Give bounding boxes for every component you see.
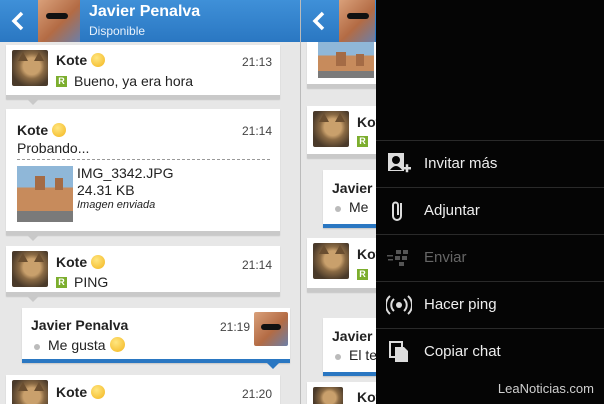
- chat-header: Javier Penalva Disponible: [0, 0, 300, 42]
- read-receipt-icon: R: [357, 269, 368, 280]
- delivery-status-icon: [34, 344, 40, 350]
- sender-avatar: [254, 312, 288, 346]
- attachment-status: Imagen enviada: [77, 199, 156, 211]
- sender-avatar: [12, 380, 48, 404]
- sender-name: Javier: [332, 328, 373, 344]
- chat-action-menu: Invitar más Adjuntar Enviar Hacer ping C…: [376, 0, 604, 404]
- message-bubble[interactable]: Kote 21:20: [6, 375, 280, 404]
- invite-contact-icon: [386, 151, 412, 177]
- copy-chat-icon: [386, 339, 412, 365]
- menu-item-ping[interactable]: Hacer ping: [376, 281, 604, 328]
- menu-item-label: Hacer ping: [424, 296, 497, 313]
- back-button[interactable]: [0, 0, 36, 42]
- emoticon-icon: [91, 255, 106, 269]
- delivery-status-icon: [335, 354, 341, 360]
- message-time: 21:13: [241, 55, 272, 69]
- attachment-filename: IMG_3342.JPG: [77, 165, 174, 181]
- image-attachment-thumbnail[interactable]: [17, 166, 73, 222]
- watermark: LeaNoticias.com: [497, 381, 594, 396]
- message-time: 21:19: [220, 320, 251, 334]
- message-bubble[interactable]: Kote 21:14 R PING: [6, 246, 280, 302]
- menu-item-label: Copiar chat: [424, 343, 501, 360]
- sender-avatar: [12, 251, 48, 287]
- screenshot-frame: Javier Penalva Disponible Kote 21:13 R B…: [0, 0, 604, 404]
- message-text: Me: [349, 199, 369, 215]
- back-button[interactable]: [301, 0, 337, 42]
- chevron-left-icon: [312, 11, 325, 31]
- read-receipt-icon: R: [56, 76, 67, 87]
- sender-name: Kote: [56, 384, 106, 400]
- emoticon-icon: [52, 123, 67, 137]
- message-time: 21:14: [241, 124, 272, 138]
- message-text: El te: [349, 347, 378, 363]
- menu-item-label: Adjuntar: [424, 202, 480, 219]
- message-time: 21:14: [241, 258, 272, 272]
- contact-status: Disponible: [89, 24, 146, 38]
- menu-item-label: Invitar más: [424, 155, 498, 172]
- sender-avatar: [313, 243, 349, 279]
- emoticon-icon: [91, 53, 106, 67]
- smiley-icon: [109, 337, 125, 352]
- image-attachment-thumbnail[interactable]: [318, 42, 374, 78]
- message-text: Me gusta: [48, 337, 125, 353]
- sender-name: Kote: [56, 52, 106, 68]
- emoticon-icon: [91, 385, 106, 399]
- sender-name: Kote: [56, 254, 106, 270]
- message-bubble[interactable]: Kote 21:14 Probando... IMG_3342.JPG 24.3…: [6, 109, 280, 241]
- chevron-left-icon: [11, 11, 24, 31]
- paperclip-icon: [386, 198, 412, 224]
- attachment-size: 24.31 KB: [77, 182, 135, 198]
- message-text: Probando...: [17, 140, 90, 156]
- sender-name: Javier Penalva: [31, 317, 129, 333]
- menu-item-attach[interactable]: Adjuntar: [376, 187, 604, 234]
- ping-icon: [386, 292, 412, 318]
- delivery-status-icon: [335, 206, 341, 212]
- menu-item-invite[interactable]: Invitar más: [376, 140, 604, 187]
- sender-avatar: [313, 387, 343, 404]
- sender-avatar: [12, 50, 48, 86]
- read-receipt-icon: R: [357, 136, 368, 147]
- sender-name: Kote: [17, 122, 67, 138]
- contact-avatar[interactable]: [38, 0, 80, 42]
- chat-panel-left: Javier Penalva Disponible Kote 21:13 R B…: [0, 0, 300, 404]
- menu-item-label: Enviar: [424, 249, 467, 266]
- send-bbm-icon: [386, 245, 412, 271]
- sender-avatar: [313, 111, 349, 147]
- message-bubble[interactable]: Kote 21:13 R Bueno, ya era hora: [6, 45, 280, 105]
- message-bubble-outgoing[interactable]: Javier Penalva 21:19 Me gusta: [22, 308, 290, 369]
- contact-name: Javier Penalva: [89, 3, 201, 20]
- menu-item-send: Enviar: [376, 234, 604, 281]
- message-text: PING: [74, 274, 109, 290]
- menu-item-copy-chat[interactable]: Copiar chat: [376, 328, 604, 375]
- read-receipt-icon: R: [56, 277, 67, 288]
- contact-avatar[interactable]: [339, 0, 375, 42]
- message-time: 21:20: [241, 387, 272, 401]
- message-text: Bueno, ya era hora: [74, 73, 194, 89]
- sender-name: Javier: [332, 180, 373, 196]
